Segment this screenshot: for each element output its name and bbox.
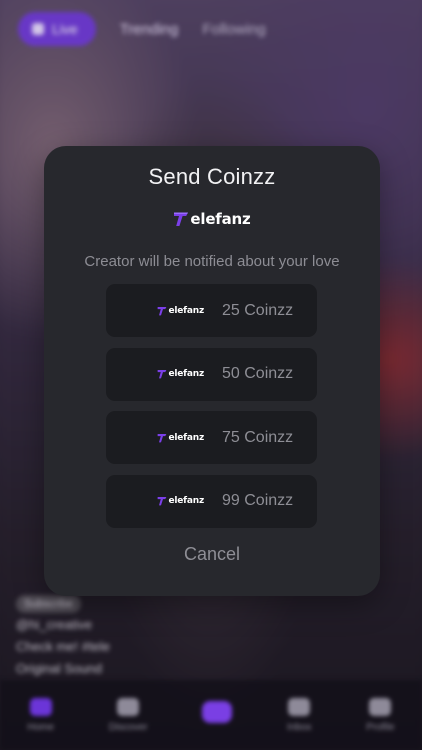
caption-text: Check me! #tele: [16, 639, 110, 654]
option-label: 50 Coinzz: [222, 365, 294, 382]
option-label: 75 Coinzz: [222, 428, 294, 446]
nav-item-home[interactable]: Home: [27, 697, 55, 733]
subscribe-chip[interactable]: Subscribe: [16, 595, 81, 613]
create-icon: [202, 701, 233, 723]
coin-option-75[interactable]: elefanz 75 Coinzz: [106, 411, 317, 464]
option-brand-name: elefanz: [168, 496, 204, 506]
telefanz-t-logo-icon: [158, 433, 167, 442]
telefanz-t-logo-icon: [158, 496, 167, 506]
option-brand-name: elefanz: [168, 369, 204, 379]
nav-item-profile[interactable]: Profile: [366, 697, 395, 733]
coin-options-list: elefanz 25 Coinzz elefanz 50 Coinzz elef…: [106, 284, 317, 538]
option-brand-logo: elefanz: [106, 433, 204, 443]
dialog-title: Send Coinzz: [148, 164, 276, 189]
nav-discover-label: Discover: [108, 721, 148, 733]
feed-header: Live Trending Following: [18, 12, 404, 46]
telefanz-t-logo-icon: [174, 212, 189, 226]
option-brand-logo: elefanz: [106, 369, 204, 379]
cancel-button[interactable]: Cancel: [44, 544, 380, 565]
option-brand-name: elefanz: [168, 305, 204, 316]
brand-name: elefanz: [190, 210, 251, 228]
bottom-nav: Home Discover Inbox Profile: [0, 680, 422, 750]
inbox-icon: [288, 697, 311, 716]
brand-logo: elefanz: [44, 210, 380, 228]
video-caption: Subscribe @hi_creative Check me! #tele O…: [16, 592, 110, 680]
compass-icon: [117, 697, 140, 716]
profile-icon: [369, 697, 392, 716]
option-label: 25 Coinzz: [222, 301, 294, 319]
live-icon: [32, 23, 44, 35]
telefanz-t-logo-icon: [158, 369, 167, 379]
coin-option-99[interactable]: elefanz 99 Coinzz: [106, 474, 317, 528]
screen: Live Trending Following Subscribe @hi_cr…: [0, 0, 422, 750]
dialog-subtitle: Creator will be notified about your love: [84, 253, 340, 270]
option-brand-logo: elefanz: [106, 496, 204, 506]
nav-home-label: Home: [27, 721, 55, 733]
live-button[interactable]: Live: [18, 12, 96, 46]
nav-item-create[interactable]: [202, 701, 233, 729]
option-brand-logo: elefanz: [106, 306, 204, 316]
telefanz-t-logo-icon: [158, 306, 167, 315]
nav-item-inbox[interactable]: Inbox: [287, 697, 312, 733]
send-coinzz-dialog: Send Coinzz elefanz Creator will be noti…: [44, 146, 380, 596]
nav-inbox-label: Inbox: [287, 721, 312, 733]
tab-following[interactable]: Following: [202, 21, 265, 38]
coin-option-25[interactable]: elefanz 25 Coinzz: [106, 284, 317, 337]
nav-item-discover[interactable]: Discover: [108, 697, 148, 733]
option-label: 99 Coinzz: [222, 492, 294, 509]
option-brand-name: elefanz: [168, 432, 204, 443]
coin-option-50[interactable]: elefanz 50 Coinzz: [106, 347, 317, 401]
live-label: Live: [52, 21, 78, 37]
caption-username: @hi_creative: [16, 617, 93, 632]
caption-sound: Original Sound: [16, 661, 102, 676]
home-icon: [29, 697, 52, 716]
nav-profile-label: Profile: [366, 721, 395, 733]
tab-trending[interactable]: Trending: [120, 21, 179, 38]
